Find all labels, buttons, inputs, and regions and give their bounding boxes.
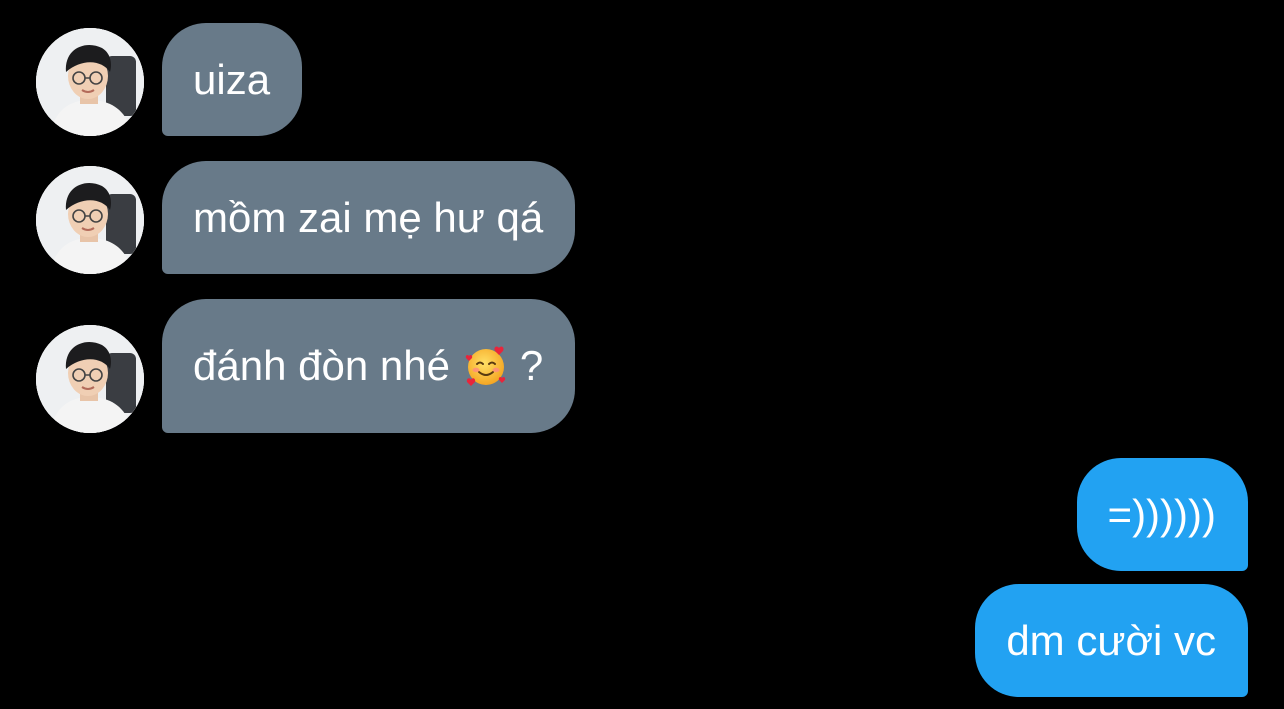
message-text: mồm zai mẹ hư qá	[193, 193, 544, 241]
message-bubble-incoming[interactable]: uiza	[162, 23, 303, 136]
contact-avatar[interactable]	[36, 325, 144, 433]
message-bubble-incoming[interactable]: đánh đòn nhé ?	[162, 299, 576, 433]
contact-avatar[interactable]	[36, 166, 144, 274]
message-text: uiza	[193, 55, 271, 103]
message-bubble-incoming[interactable]: mồm zai mẹ hư qá	[162, 161, 576, 274]
message-text: đánh đòn nhé	[193, 342, 450, 389]
avatar-photo-icon	[36, 166, 144, 274]
avatar-photo-icon	[36, 325, 144, 433]
message-bubble-outgoing[interactable]: =))))))	[1076, 458, 1248, 571]
message-bubble-outgoing[interactable]: dm cười vc	[975, 584, 1248, 697]
message-text: ?	[519, 342, 544, 389]
avatar-photo-icon	[36, 28, 144, 136]
message-text: dm cười vc	[1006, 616, 1216, 664]
smiling-face-with-hearts-icon	[464, 344, 508, 388]
contact-avatar[interactable]	[36, 28, 144, 136]
chat-thread: uiza mồm zai mẹ hư qá đánh đòn nhé ? =))…	[0, 0, 1284, 709]
message-text: =))))))	[1107, 490, 1216, 538]
